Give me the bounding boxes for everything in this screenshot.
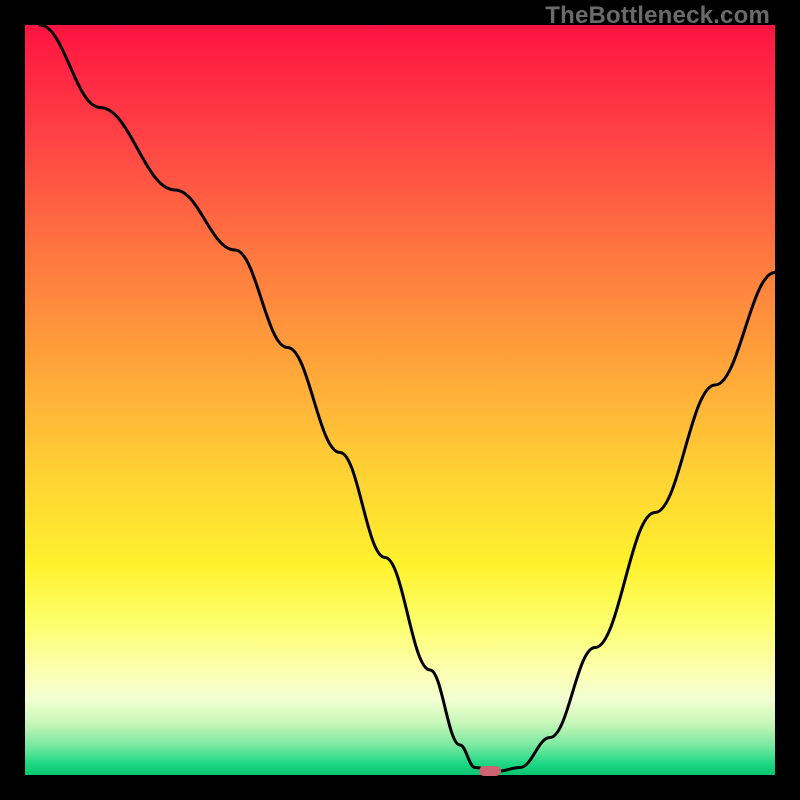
background-gradient <box>25 25 775 775</box>
optimum-marker <box>479 766 501 776</box>
plot-area <box>25 25 775 775</box>
